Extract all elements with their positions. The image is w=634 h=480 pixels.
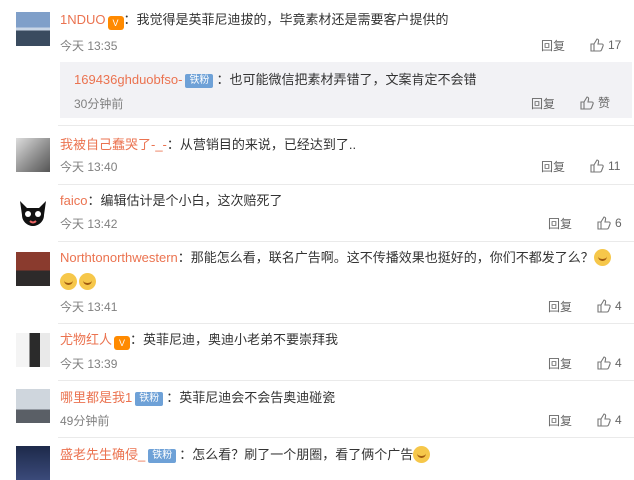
comment-text: ：编辑估计是个小白，这次赔死了 bbox=[87, 193, 283, 208]
user-name-link[interactable]: Northtonorthwestern bbox=[60, 250, 178, 265]
fan-badge: 铁粉 bbox=[135, 392, 164, 406]
user-name-link[interactable]: 哪里都是我1 bbox=[60, 390, 132, 405]
like-count: 4 bbox=[615, 299, 622, 313]
thumbs-up-icon bbox=[597, 299, 611, 313]
dog-face-emoji-icon bbox=[60, 273, 77, 290]
divider bbox=[58, 380, 634, 381]
emoji-line bbox=[60, 273, 96, 291]
like-button[interactable]: 17 bbox=[590, 37, 621, 53]
user-name-link[interactable]: 我被自己蠢哭了-_- bbox=[60, 137, 167, 152]
reply-button[interactable]: 回复 bbox=[541, 38, 565, 54]
comment-time: 今天 13:41 bbox=[60, 300, 118, 314]
like-count: 11 bbox=[608, 159, 621, 173]
thumbs-up-icon bbox=[580, 96, 594, 110]
avatar[interactable] bbox=[16, 138, 50, 172]
avatar[interactable] bbox=[16, 389, 50, 423]
like-button[interactable]: 4 bbox=[597, 355, 622, 371]
like-count: 4 bbox=[615, 356, 622, 370]
like-count: 17 bbox=[608, 38, 622, 52]
fan-badge: 铁粉 bbox=[148, 449, 177, 463]
like-count: 4 bbox=[615, 413, 622, 427]
user-name-link[interactable]: 169436ghduobfso- bbox=[74, 72, 182, 87]
avatar[interactable] bbox=[16, 12, 50, 46]
comment-text: ：从营销目的来说，已经达到了.. bbox=[166, 137, 357, 152]
like-button[interactable]: 4 bbox=[597, 298, 622, 314]
avatar[interactable] bbox=[16, 252, 50, 286]
user-name-link[interactable]: 1NDUO bbox=[60, 12, 106, 27]
comment-time: 今天 13:40 bbox=[60, 160, 118, 174]
thumbs-up-icon bbox=[597, 413, 611, 427]
dog-face-emoji-icon bbox=[79, 273, 96, 290]
reply-button[interactable]: 回复 bbox=[548, 356, 572, 372]
comment-text: ：我觉得是英菲尼迪拔的，毕竟素材还是需要客户提供的 bbox=[123, 12, 449, 27]
like-count: 6 bbox=[615, 216, 622, 230]
divider bbox=[58, 241, 634, 242]
comment-text: ：英菲尼迪会不会告奥迪碰瓷 bbox=[166, 390, 336, 405]
vip-icon: V bbox=[114, 336, 131, 350]
like-button[interactable]: 11 bbox=[590, 158, 620, 174]
comment-text-line: faico：编辑估计是个小白，这次赔死了 bbox=[60, 192, 282, 210]
dog-face-emoji-icon bbox=[593, 249, 611, 266]
comment-time: 49分钟前 bbox=[60, 414, 110, 428]
reply-button[interactable]: 回复 bbox=[548, 299, 572, 315]
comment-text: ：那能怎么看，联名广告啊。这不传播效果也挺好的，你们不都发了么？ bbox=[177, 250, 594, 265]
comment-time: 今天 13:39 bbox=[60, 357, 118, 371]
comment-text-line: 169436ghduobfso- 铁粉 ：也可能微信把素材弄错了，文案肯定不会错 bbox=[74, 71, 476, 89]
thumbs-up-icon bbox=[590, 38, 604, 52]
thumbs-up-icon bbox=[590, 159, 604, 173]
user-name-link[interactable]: 盛老先生确侵_ bbox=[60, 447, 145, 462]
like-button[interactable]: 6 bbox=[597, 215, 622, 231]
comment-time: 今天 13:35 bbox=[60, 39, 118, 53]
comment-text-line: 1NDUO V ：我觉得是英菲尼迪拔的，毕竟素材还是需要客户提供的 bbox=[60, 11, 449, 30]
comment-text-line: 哪里都是我1 铁粉 ：英菲尼迪会不会告奥迪碰瓷 bbox=[60, 389, 335, 407]
sweat-smile-emoji-icon bbox=[413, 446, 431, 463]
black-cat-icon bbox=[20, 201, 46, 226]
thumbs-up-icon bbox=[597, 356, 611, 370]
avatar[interactable] bbox=[16, 333, 50, 367]
user-name-link[interactable]: 尤物红人 bbox=[60, 332, 112, 347]
comment-text-line: 我被自己蠢哭了-_-：从营销目的来说，已经达到了.. bbox=[60, 136, 356, 154]
reply-button[interactable]: 回复 bbox=[541, 159, 565, 175]
divider bbox=[58, 125, 634, 126]
divider bbox=[58, 184, 634, 185]
praise-label: 赞 bbox=[598, 96, 611, 110]
comment-text-line: Northtonorthwestern：那能怎么看，联名广告啊。这不传播效果也挺… bbox=[60, 249, 611, 267]
avatar[interactable] bbox=[16, 446, 50, 480]
divider bbox=[58, 323, 634, 324]
fan-badge: 铁粉 bbox=[185, 74, 214, 88]
reply-button[interactable]: 回复 bbox=[548, 413, 572, 429]
comment-text: ：英菲尼迪，奥迪小老弟不要崇拜我 bbox=[130, 332, 339, 347]
like-button[interactable]: 4 bbox=[597, 412, 622, 428]
comment-text: ：怎么看？刷了一个朋圈，看了俩个广告 bbox=[179, 447, 414, 462]
thumbs-up-icon bbox=[597, 216, 611, 230]
comment-time: 今天 13:42 bbox=[60, 217, 118, 231]
comment-text-line: 尤物红人 V ：英菲尼迪，奥迪小老弟不要崇拜我 bbox=[60, 331, 338, 350]
reply-button[interactable]: 回复 bbox=[548, 216, 572, 232]
reply-button[interactable]: 回复 bbox=[531, 96, 555, 112]
avatar[interactable] bbox=[16, 195, 50, 229]
divider bbox=[58, 437, 634, 438]
vip-icon: V bbox=[107, 16, 124, 30]
comment-text: ：也可能微信把素材弄错了，文案肯定不会错 bbox=[216, 72, 477, 87]
like-button[interactable]: 赞 bbox=[580, 95, 610, 111]
comment-text-line: 盛老先生确侵_ 铁粉 ：怎么看？刷了一个朋圈，看了俩个广告 bbox=[60, 446, 431, 464]
user-name-link[interactable]: faico bbox=[60, 193, 87, 208]
comment-time: 30分钟前 bbox=[74, 97, 124, 111]
